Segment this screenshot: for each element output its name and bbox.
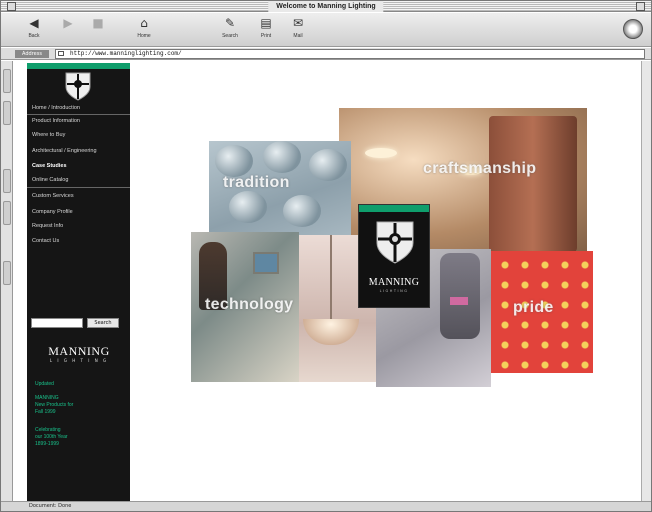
search-label: Search: [222, 33, 238, 39]
home-icon: ⌂: [140, 16, 148, 30]
print-button[interactable]: ▤ Print: [251, 16, 281, 44]
browser-logo-icon: [623, 19, 643, 39]
anniversary-link-line2[interactable]: our 100th Year: [35, 434, 68, 441]
page-holder-tab[interactable]: [3, 261, 11, 285]
title-bar[interactable]: Welcome to Manning Lighting: [1, 1, 651, 12]
shield-logo-icon: [65, 72, 91, 101]
print-label: Print: [260, 33, 272, 39]
status-bar: Document: Done: [1, 501, 651, 511]
sidebar-wordmark-sub: L I G H T I N G: [49, 358, 109, 363]
vertical-scrollbar[interactable]: [641, 61, 651, 501]
news-link[interactable]: MANNING: [35, 395, 59, 402]
monitor-image: [253, 252, 279, 274]
zoom-box[interactable]: [636, 2, 645, 11]
relief-shape: [229, 191, 267, 223]
toolbar: ◀ Back ▶ ■ ⌂ Home ✎ Search ▤ Print ✉ Mai…: [1, 13, 651, 47]
news-link-line2[interactable]: New Products for: [35, 402, 73, 409]
relief-shape: [283, 195, 321, 227]
forward-arrow-icon: ▶: [63, 16, 73, 30]
site-search-button[interactable]: Search: [87, 318, 119, 328]
mail-icon: ✉: [292, 16, 304, 30]
home-label: Home: [137, 33, 151, 39]
news-label: Updated: [35, 381, 54, 387]
technology-word: technology: [205, 296, 294, 313]
relief-shape: [263, 141, 301, 173]
relief-shape: [309, 149, 347, 181]
glow-detail: [450, 297, 468, 305]
sidebar-item-architectural[interactable]: Architectural / Engineering: [32, 148, 97, 155]
logo-name: MANNING: [368, 277, 420, 288]
search-tab[interactable]: [3, 169, 11, 193]
anniversary-link[interactable]: Celebrating: [35, 427, 61, 434]
forward-button[interactable]: ▶: [53, 16, 83, 44]
pride-tile[interactable]: pride: [491, 251, 593, 373]
sidebar-item-request-info[interactable]: Request Info: [32, 223, 63, 230]
address-label: Address: [15, 50, 49, 58]
lamp-rod: [330, 235, 332, 319]
pride-word: pride: [513, 299, 554, 316]
scrapbook-tab[interactable]: [3, 201, 11, 225]
sidebar-item-online-catalog[interactable]: Online Catalog: [32, 177, 68, 184]
manning-logo-card[interactable]: MANNING LIGHTING: [358, 204, 430, 308]
history-tab[interactable]: [3, 101, 11, 125]
stop-icon: ■: [92, 16, 104, 30]
location-bar: Address http://www.manninglighting.com/: [1, 48, 651, 60]
brand-collage: craftsmanship tradition technology pride: [191, 108, 596, 391]
news-link-line3[interactable]: Fall 1999: [35, 409, 56, 416]
sidebar-item-home[interactable]: Home / Introduction: [32, 105, 80, 112]
chandelier-image: [365, 148, 397, 158]
sidebar-divider: [27, 187, 130, 188]
home-button[interactable]: ⌂ Home: [129, 16, 159, 44]
anniversary-link-line3[interactable]: 1899-1999: [35, 441, 59, 448]
tradition-tile[interactable]: tradition: [209, 141, 351, 237]
sidebar-item-product-info[interactable]: Product Information: [32, 118, 80, 125]
window-title: Welcome to Manning Lighting: [268, 1, 384, 12]
search-icon: ✎: [224, 16, 236, 30]
site-sidebar: Home / Introduction Product Information …: [27, 63, 130, 501]
logo-sub: LIGHTING: [379, 289, 409, 293]
mail-button[interactable]: ✉ Mail: [283, 16, 313, 44]
sidebar-item-case-studies[interactable]: Case Studies: [32, 163, 67, 170]
welding-mask-image: [440, 253, 480, 339]
tradition-word: tradition: [223, 174, 290, 191]
technology-tile[interactable]: technology: [191, 232, 299, 382]
site-search-input[interactable]: [31, 318, 83, 328]
mail-label: Mail: [293, 33, 303, 39]
sidebar-item-company-profile[interactable]: Company Profile: [32, 209, 73, 216]
relief-shape: [215, 145, 253, 177]
search-button[interactable]: ✎ Search: [215, 16, 245, 44]
lamp-shade: [303, 319, 359, 345]
craftsmanship-word: craftsmanship: [423, 160, 537, 177]
sidebar-item-custom-services[interactable]: Custom Services: [32, 193, 74, 200]
print-icon: ▤: [260, 16, 272, 30]
favorites-tab[interactable]: [3, 69, 11, 93]
sidebar-item-contact-us[interactable]: Contact Us: [32, 238, 59, 245]
favorites-tab-strip: [1, 61, 13, 501]
address-field[interactable]: http://www.manninglighting.com/: [55, 49, 645, 59]
browser-window: Welcome to Manning Lighting ◀ Back ▶ ■ ⌂…: [0, 0, 652, 512]
carved-door-image: [489, 116, 577, 252]
shield-crest-icon: [376, 221, 414, 264]
sidebar-divider: [27, 114, 130, 115]
back-arrow-icon: ◀: [29, 16, 39, 30]
status-text: Document: Done: [29, 503, 72, 509]
sidebar-item-where-to-buy[interactable]: Where to Buy: [32, 132, 65, 139]
back-button[interactable]: ◀ Back: [19, 16, 49, 44]
sidebar-accent-bar: [27, 63, 130, 69]
back-label: Back: [28, 33, 40, 39]
stop-button[interactable]: ■: [83, 16, 113, 44]
close-box[interactable]: [7, 2, 16, 11]
page-proxy-icon[interactable]: [58, 51, 64, 56]
logo-accent-bar: [359, 205, 429, 212]
sidebar-wordmark: MANNING: [48, 344, 110, 358]
